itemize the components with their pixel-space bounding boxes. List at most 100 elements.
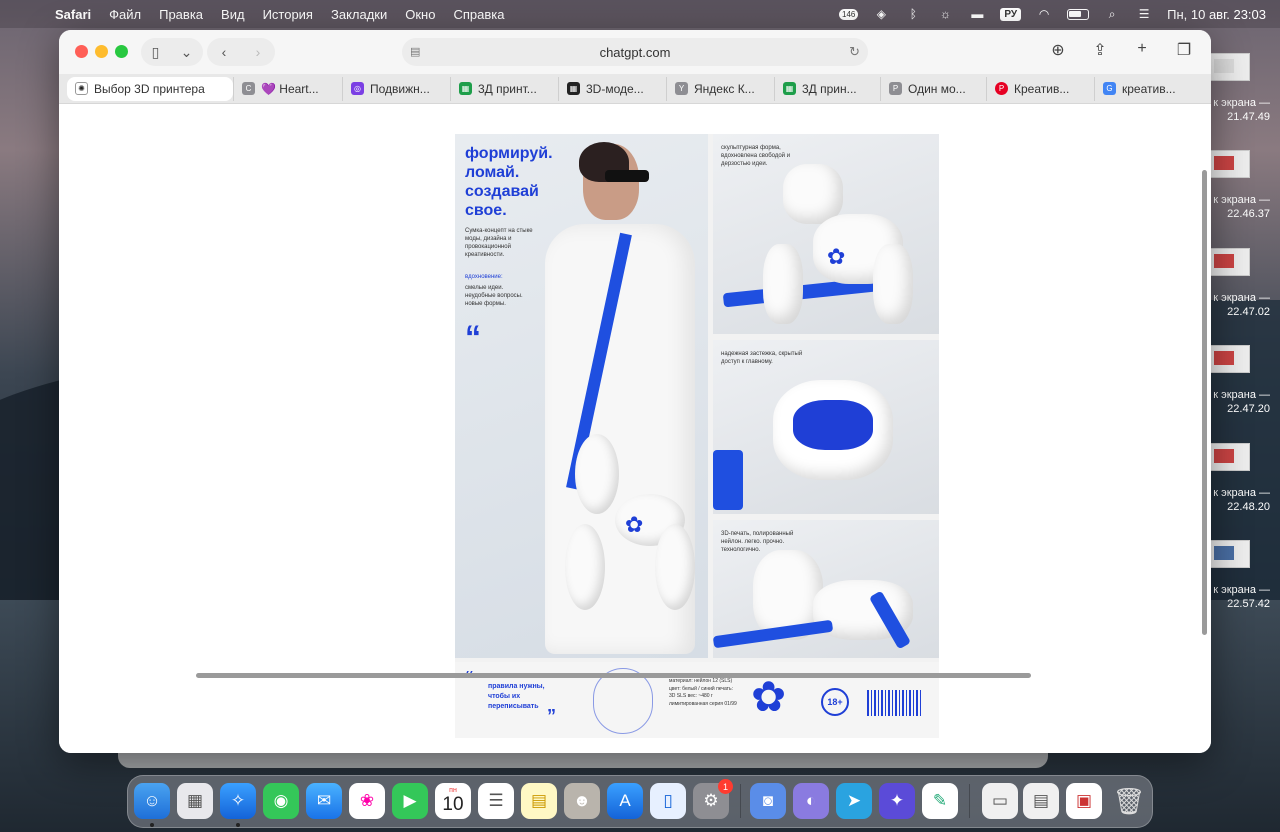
menu-window[interactable]: Окно	[396, 7, 444, 22]
menu-edit[interactable]: Правка	[150, 7, 212, 22]
facetime-icon[interactable]: ▶	[392, 783, 428, 819]
menu-file[interactable]: Файл	[100, 7, 150, 22]
vertical-scrollbar[interactable]	[1202, 170, 1207, 635]
tab-pinterest[interactable]: P Креатив...	[986, 76, 1094, 101]
menu-bookmarks[interactable]: Закладки	[322, 7, 396, 22]
tab-3d-printer[interactable]: ✺ Выбор 3D принтера	[67, 76, 233, 101]
downloads-icon[interactable]: ⊕	[1047, 40, 1069, 60]
spotlight-search-icon[interactable]: ⌕	[1103, 7, 1121, 21]
product-panel-2: надежная застежка, скрытый доступ к глав…	[713, 340, 939, 514]
menu-help[interactable]: Справка	[444, 7, 513, 22]
photos-icon[interactable]: ❀	[349, 783, 385, 819]
tab-label: 3Д принт...	[478, 81, 537, 96]
back-button[interactable]: ‹	[222, 44, 227, 60]
grid-favicon-icon: ▦	[567, 82, 580, 95]
menu-history[interactable]: История	[254, 7, 322, 22]
balloon-leg	[873, 244, 913, 324]
tab-3d-printer-2[interactable]: ▦ 3Д прин...	[774, 76, 880, 101]
yandex-favicon-icon: Y	[675, 82, 688, 95]
trash-icon[interactable]: 🗑	[1111, 783, 1147, 819]
page-menu-icon[interactable]: ▤	[410, 45, 422, 59]
file-name-line1: к экрана —	[1213, 97, 1270, 109]
battery-icon[interactable]	[1067, 8, 1090, 20]
tab-label: 3D-моде...	[586, 81, 644, 96]
tab-label: Выбор 3D принтера	[94, 81, 205, 96]
sidebar-toggle-group: ▯ ⌄	[141, 38, 203, 66]
menu-view[interactable]: Вид	[212, 7, 254, 22]
document-icon[interactable]: ▣	[1066, 783, 1102, 819]
mail-icon[interactable]: ✉	[306, 783, 342, 819]
notification-count-badge[interactable]: 146	[839, 8, 859, 20]
tab-3d-print[interactable]: ▦ 3Д принт...	[450, 76, 558, 101]
file-thumbnail	[1210, 53, 1250, 81]
hero-panel: формируй. ломай. создавай свое. Сумка-ко…	[455, 134, 708, 658]
control-center-icon[interactable]: ☰	[1135, 7, 1153, 21]
tab-3d-model[interactable]: ▦ 3D-моде...	[558, 76, 666, 101]
tab-label: Креатив...	[1014, 81, 1070, 96]
tab-google[interactable]: G креатив...	[1094, 76, 1184, 101]
menu-clock[interactable]: Пн, 10 авг. 23:03	[1167, 7, 1266, 22]
iphone-mirroring-icon[interactable]: ▯	[650, 783, 686, 819]
minimize-window-button[interactable]	[95, 45, 108, 58]
brightness-icon[interactable]: ☼	[936, 7, 954, 21]
app-icon[interactable]: ◙	[750, 783, 786, 819]
launchpad-icon[interactable]: ▦	[177, 783, 213, 819]
calendar-day: 10	[442, 794, 464, 815]
file-name-line1: к экрана —	[1213, 194, 1270, 206]
toolbar-actions: ⊕ ⇪ + ❐	[1047, 40, 1195, 60]
fullscreen-window-button[interactable]	[115, 45, 128, 58]
chevron-down-icon[interactable]: ⌄	[181, 44, 193, 61]
panel-caption: надежная застежка, скрытый доступ к глав…	[721, 351, 803, 365]
compass-app-icon[interactable]: ✦	[879, 783, 915, 819]
tab-yandex[interactable]: Y Яндекс К...	[666, 76, 774, 101]
telegram-icon[interactable]: ➤	[836, 783, 872, 819]
c-favicon-icon: C	[242, 82, 255, 95]
dock-separator	[969, 784, 970, 818]
system-settings-icon[interactable]: ⚙ 1	[693, 779, 733, 819]
app-store-icon[interactable]: A	[607, 783, 643, 819]
share-icon[interactable]: ⇪	[1089, 40, 1111, 60]
file-name-line1: к экрана —	[1213, 389, 1270, 401]
shield-check-icon[interactable]: ◈	[872, 7, 890, 21]
quote-mark: “	[465, 319, 481, 355]
app-icon[interactable]: ◐	[793, 783, 829, 819]
tab-movable[interactable]: ◎ Подвижн...	[342, 76, 450, 101]
reminders-icon[interactable]: ☰	[478, 783, 514, 819]
calendar-icon[interactable]: пн 10	[435, 783, 471, 819]
dock: ☺ ▦ ✧ ◉ ✉ ❀ ▶ пн 10 ☰ ▤ ☻ A ▯ ⚙ 1 ◙ ◐ ➤ …	[127, 775, 1153, 828]
forward-button[interactable]: ›	[256, 44, 261, 60]
horizontal-scrollbar[interactable]	[196, 673, 1031, 678]
tab-one-mo[interactable]: P Один мо...	[880, 76, 986, 101]
file-thumbnail	[1210, 443, 1250, 471]
address-bar[interactable]: ▤ chatgpt.com ↻	[402, 38, 868, 66]
wifi-icon[interactable]: ◠	[1035, 7, 1053, 21]
finder-icon[interactable]: ☺	[134, 783, 170, 819]
sidebar-icon[interactable]: ▯	[152, 44, 160, 61]
navigation-buttons: ‹ ›	[207, 38, 275, 66]
contacts-icon[interactable]: ☻	[564, 783, 600, 819]
safari-icon[interactable]: ✧	[220, 783, 256, 819]
bed-icon[interactable]: ▬	[968, 7, 986, 21]
messages-icon[interactable]: ◉	[263, 783, 299, 819]
url-text: chatgpt.com	[599, 44, 671, 60]
tab-overview-icon[interactable]: ❐	[1173, 40, 1195, 60]
stack-icon[interactable]: ▤	[1023, 783, 1059, 819]
blue-strap	[713, 450, 743, 510]
generated-poster-image[interactable]: формируй. ломай. создавай свое. Сумка-ко…	[455, 134, 939, 738]
reload-icon[interactable]: ↻	[849, 44, 860, 60]
bluetooth-icon[interactable]: ᛒ	[904, 7, 922, 21]
notes-icon[interactable]: ▤	[521, 783, 557, 819]
p-favicon-icon: P	[889, 82, 902, 95]
running-indicator	[150, 823, 154, 827]
menu-app-name[interactable]: Safari	[46, 7, 100, 22]
google-favicon-icon: G	[1103, 82, 1116, 95]
freeform-icon[interactable]: ✎	[922, 783, 958, 819]
balloon-head	[783, 164, 843, 224]
quote-close-mark: ”	[547, 706, 556, 726]
close-window-button[interactable]	[75, 45, 88, 58]
tab-heart[interactable]: C 💜 Heart...	[233, 76, 342, 101]
input-language-badge[interactable]: РУ	[1000, 7, 1022, 21]
document-icon[interactable]: ▭	[982, 783, 1018, 819]
flower-logo-icon: ✿	[827, 244, 846, 269]
new-tab-icon[interactable]: +	[1131, 40, 1153, 60]
